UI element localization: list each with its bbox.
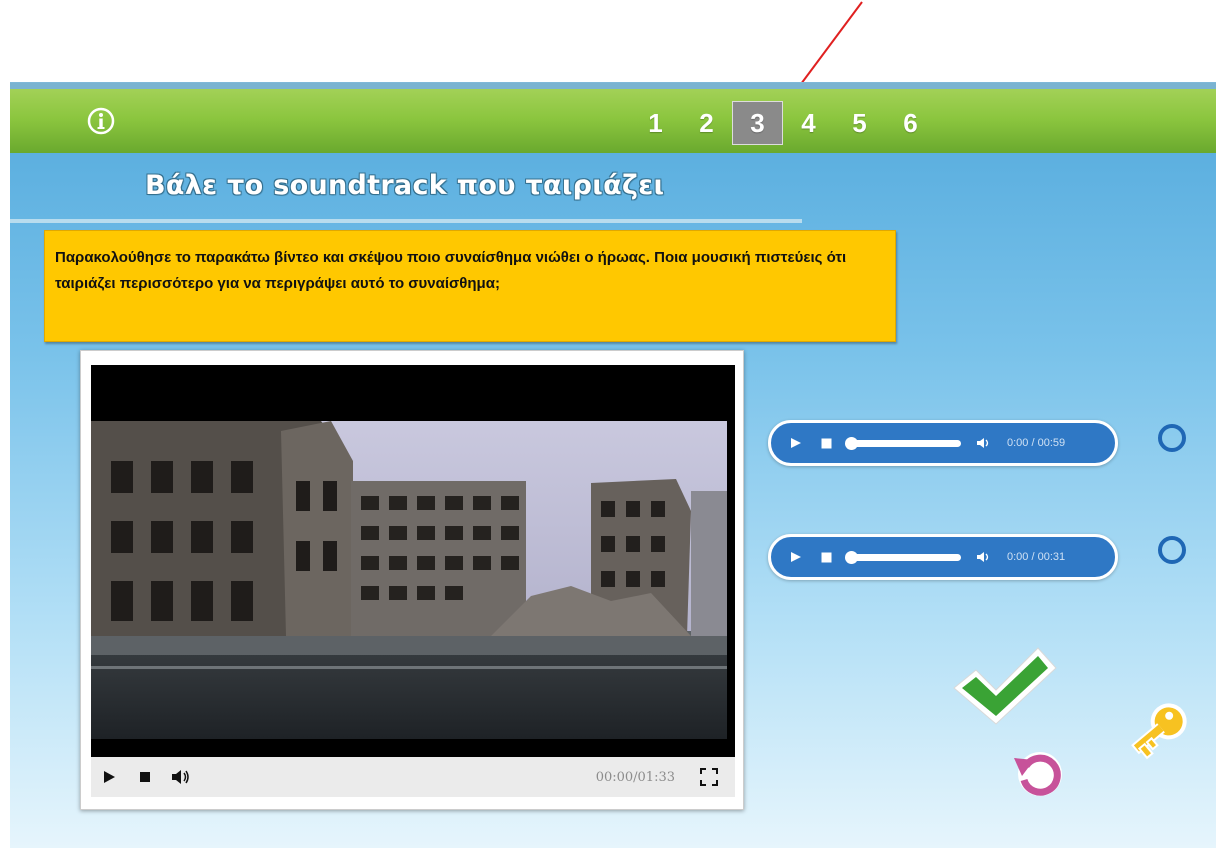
key-icon[interactable]: [1130, 702, 1208, 782]
audio-1-progress-handle[interactable]: [845, 436, 858, 450]
video-controls: 00:00/01:33: [91, 757, 735, 797]
audio-2-time: 0:00 / 00:31: [1007, 551, 1066, 563]
checkmark-icon[interactable]: [950, 642, 1060, 728]
audio-player-option-2: 0:00 / 00:31: [768, 534, 1118, 580]
play-icon: [791, 552, 801, 562]
nav-question-1[interactable]: 1: [630, 101, 681, 145]
nav-question-5[interactable]: 5: [834, 101, 885, 145]
stop-icon: [821, 552, 831, 562]
audio-1-volume-button[interactable]: [969, 423, 999, 463]
video-volume-button[interactable]: [163, 757, 199, 797]
audio-1-time: 0:00 / 00:59: [1007, 437, 1066, 449]
video-stop-button[interactable]: [127, 757, 163, 797]
question-navigation: 1 2 3 4 5 6: [630, 101, 936, 145]
video-screen[interactable]: [91, 365, 735, 757]
audio-1-stop-button[interactable]: [811, 423, 841, 463]
audio-player-option-1: 0:00 / 00:59: [768, 420, 1118, 466]
play-icon: [104, 771, 115, 783]
volume-icon: [172, 770, 189, 784]
nav-question-6[interactable]: 6: [885, 101, 936, 145]
nav-question-3-active[interactable]: 3: [732, 101, 783, 145]
option-1-radio[interactable]: [1158, 424, 1186, 452]
audio-2-play-button[interactable]: [781, 537, 811, 577]
stop-icon: [140, 772, 150, 782]
page-title: Βάλε το soundtrack που ταιριάζει: [145, 170, 665, 201]
top-navigation-bar: 1 2 3 4 5 6: [10, 82, 1216, 153]
audio-2-volume-button[interactable]: [969, 537, 999, 577]
audio-2-progress-handle[interactable]: [845, 550, 858, 564]
video-frame-ruined-buildings: [91, 421, 727, 739]
nav-question-4[interactable]: 4: [783, 101, 834, 145]
audio-1-play-button[interactable]: [781, 423, 811, 463]
video-player: 00:00/01:33: [80, 350, 744, 810]
instruction-box: Παρακολούθησε το παρακάτω βίντεο και σκέ…: [44, 230, 896, 342]
video-time-display: 00:00/01:33: [595, 769, 675, 785]
volume-icon: [977, 552, 989, 562]
topbar-strip: [10, 83, 1216, 89]
volume-icon: [977, 438, 989, 448]
title-divider: [10, 219, 802, 223]
audio-2-progress-track[interactable]: [845, 550, 961, 564]
audio-1-progress-track[interactable]: [845, 436, 961, 450]
video-fullscreen-button[interactable]: [691, 757, 727, 797]
audio-2-stop-button[interactable]: [811, 537, 841, 577]
video-play-button[interactable]: [91, 757, 127, 797]
stop-icon: [821, 438, 831, 448]
fullscreen-icon: [700, 768, 718, 786]
exercise-app: 1 2 3 4 5 6 Βάλε το soundtrack που ταιρι…: [10, 82, 1216, 848]
nav-question-2[interactable]: 2: [681, 101, 732, 145]
reset-icon[interactable]: [1008, 744, 1072, 802]
info-circle-icon[interactable]: [86, 106, 116, 136]
play-icon: [791, 438, 801, 448]
option-2-radio[interactable]: [1158, 536, 1186, 564]
